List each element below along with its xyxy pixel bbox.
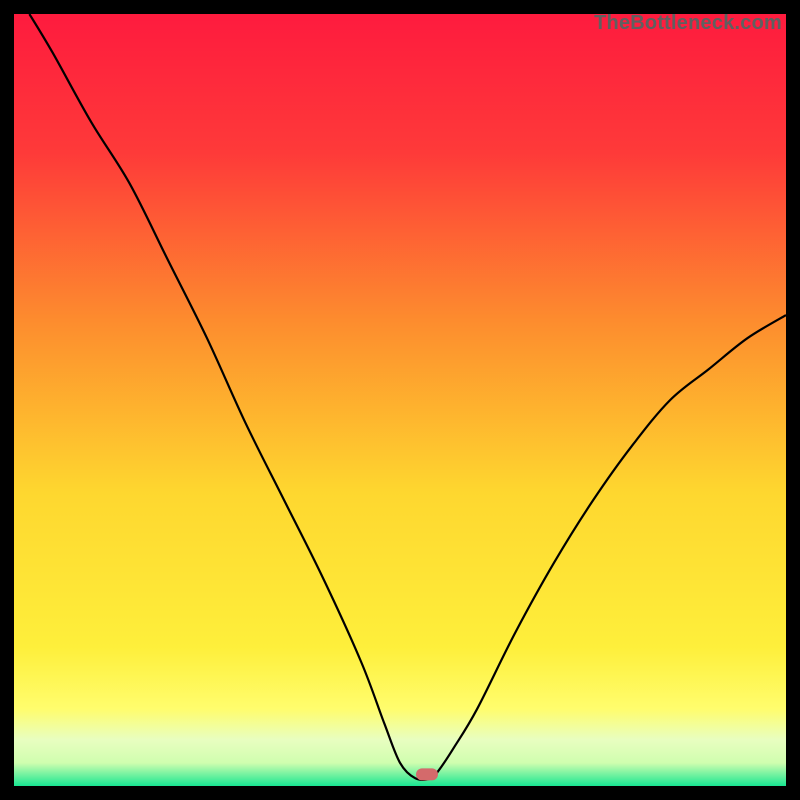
bottleneck-chart <box>14 14 786 786</box>
plot-area: TheBottleneck.com <box>14 14 786 786</box>
chart-container: TheBottleneck.com <box>0 0 800 800</box>
optimal-marker <box>416 768 438 780</box>
watermark-text: TheBottleneck.com <box>594 12 782 35</box>
